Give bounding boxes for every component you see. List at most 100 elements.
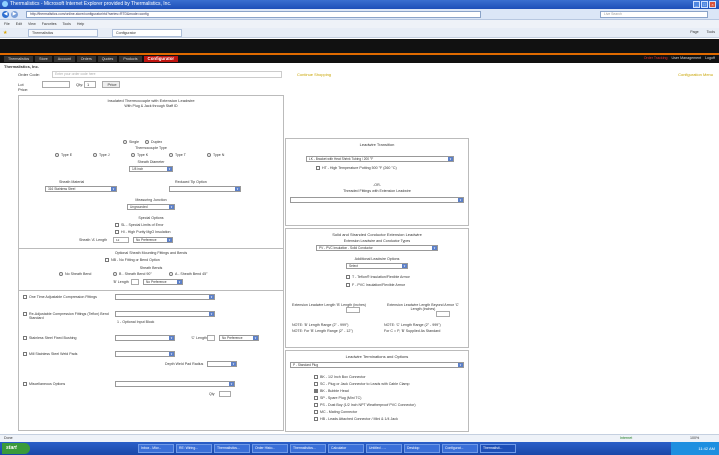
threaded-fittings-select[interactable] — [290, 197, 464, 203]
menu-view[interactable]: View — [28, 20, 36, 28]
menu-edit[interactable]: Edit — [16, 20, 22, 28]
sheath-diameter-select[interactable]: 1/8 inch — [129, 166, 173, 172]
search-input[interactable]: Live Search — [600, 11, 708, 18]
depth-select[interactable] — [207, 361, 237, 367]
nav-item-orders[interactable]: Orders — [76, 56, 96, 62]
type-k-radio[interactable] — [131, 153, 135, 157]
logoff-link[interactable]: Logoff — [705, 56, 715, 60]
nav-item-account[interactable]: Account — [53, 56, 75, 62]
order-tracking-link[interactable]: Order Tracking — [644, 56, 668, 60]
one-time-fitting-checkbox[interactable] — [23, 295, 27, 299]
single-radio[interactable] — [123, 140, 127, 144]
special-limits-checkbox[interactable] — [115, 223, 119, 227]
weld-pads-select[interactable] — [115, 351, 175, 357]
weld-pads-checkbox[interactable] — [23, 352, 27, 356]
termination-option-checkbox[interactable] — [314, 382, 318, 386]
type-t-radio[interactable] — [169, 153, 173, 157]
sheath-material-select[interactable]: 316 Stainless Steel — [45, 186, 117, 192]
back-button[interactable]: ◀ — [2, 11, 9, 18]
termination-option-checkbox[interactable] — [314, 403, 318, 407]
c-length-ext-input[interactable] — [436, 311, 450, 317]
bend-length-input[interactable] — [131, 279, 139, 285]
tab-configurator[interactable]: Configurator — [112, 29, 182, 37]
nav-item-store[interactable]: Store — [35, 56, 52, 62]
termination-option-checkbox[interactable] — [314, 389, 318, 393]
c-length-input[interactable] — [207, 335, 215, 341]
readjustable-fitting-checkbox[interactable] — [23, 312, 27, 316]
menu-tools[interactable]: Tools — [63, 20, 71, 28]
transition-select[interactable]: LK - Bracket with Heat Shrink Tubing / 2… — [306, 156, 454, 162]
terminations-label: Leadwire Terminations and Options — [345, 354, 409, 359]
measuring-junction-select[interactable]: Ungrounded — [127, 204, 175, 210]
user-management-link[interactable]: User Management — [672, 56, 702, 60]
taskbar-item[interactable]: Desktop — [404, 444, 440, 453]
qty-input[interactable]: 1 — [84, 81, 96, 88]
bend-90-radio[interactable] — [113, 272, 117, 276]
order-code-label: Order Code: — [18, 72, 41, 77]
reduced-tip-select[interactable] — [169, 186, 241, 192]
pvc-armor-checkbox[interactable] — [346, 283, 350, 287]
no-bends-checkbox[interactable] — [105, 258, 109, 262]
taskbar-item[interactable]: RE: Wiring... — [176, 444, 212, 453]
fixed-bushing-label: Stainless Steel Fixed Bushing — [29, 336, 77, 340]
misc-qty-input[interactable] — [219, 391, 231, 397]
bend-45-radio[interactable] — [169, 272, 173, 276]
menu-help[interactable]: Help — [77, 20, 84, 28]
type-e-radio[interactable] — [55, 153, 59, 157]
bend-length-unit-select[interactable]: No Preference — [143, 279, 183, 285]
taskbar-item[interactable]: Thermalistics... — [290, 444, 326, 453]
menu-file[interactable]: File — [4, 20, 10, 28]
one-time-fitting-select[interactable] — [115, 294, 215, 300]
terminations-select[interactable]: P - Standard Plug — [290, 362, 464, 368]
minimize-button[interactable]: _ — [693, 1, 700, 8]
tab-thermalistics[interactable]: Thermalistics — [28, 29, 98, 37]
favorites-star-icon[interactable]: ★ — [3, 30, 7, 36]
misc-options-select[interactable] — [115, 381, 235, 387]
taskbar-item[interactable]: Configurat... — [442, 444, 478, 453]
ext-leadwire-select[interactable]: PV - PVC Insulation - Solid Conductor — [316, 245, 438, 251]
termination-option-checkbox[interactable] — [314, 410, 318, 414]
nav-item-thermalistics[interactable]: Thermalistics — [4, 56, 34, 62]
fixed-bushing-select[interactable] — [115, 335, 175, 341]
forward-button[interactable]: ▶ — [11, 11, 18, 18]
maximize-button[interactable]: □ — [701, 1, 708, 8]
high-temp-potting-checkbox[interactable] — [316, 166, 320, 170]
close-button[interactable]: × — [709, 1, 716, 8]
termination-option-checkbox[interactable] — [314, 396, 318, 400]
termination-option-checkbox[interactable] — [314, 417, 318, 421]
additional-options-select[interactable]: Select — [346, 263, 408, 269]
nav-item-quotes[interactable]: Quotes — [97, 56, 118, 62]
type-j-radio[interactable] — [93, 153, 97, 157]
configuration-menu-link[interactable]: Configuration Menu — [678, 72, 713, 77]
taskbar-item[interactable]: Inbox - Micr... — [138, 444, 174, 453]
readjustable-fitting-select[interactable] — [115, 311, 215, 317]
high-purity-checkbox[interactable] — [115, 230, 119, 234]
misc-options-checkbox[interactable] — [23, 382, 27, 386]
taskbar-item-active[interactable]: Thermalisti... — [480, 444, 516, 453]
c-length-unit-select[interactable]: No Preference — [219, 335, 259, 341]
page-menu[interactable]: Page — [690, 30, 698, 34]
tools-menu[interactable]: Tools — [707, 30, 715, 34]
taskbar-item[interactable]: Order Histo... — [252, 444, 288, 453]
fixed-bushing-checkbox[interactable] — [23, 336, 27, 340]
teflon-armor-checkbox[interactable] — [346, 275, 350, 279]
menu-favorites[interactable]: Favorites — [42, 20, 57, 28]
type-n-radio[interactable] — [207, 153, 211, 157]
continue-shopping-link[interactable]: Continue Shopping — [297, 72, 331, 77]
termination-option-checkbox[interactable] — [314, 375, 318, 379]
start-button[interactable]: start — [2, 443, 30, 454]
zoom-level[interactable]: 100% — [690, 435, 699, 442]
b-length-input[interactable] — [346, 307, 360, 313]
url-input[interactable]: http://thermalistics.com/online-store/co… — [26, 11, 481, 18]
taskbar-item[interactable]: Calculator — [328, 444, 364, 453]
duplex-radio[interactable] — [145, 140, 149, 144]
sheath-length-input[interactable]: 12 — [113, 237, 129, 243]
order-code-input[interactable]: Enter your order code here — [52, 71, 282, 78]
taskbar-item[interactable]: Thermalistics... — [214, 444, 250, 453]
nav-item-configurator[interactable]: Configurator — [143, 56, 179, 62]
nav-item-products[interactable]: Products — [119, 56, 142, 62]
no-sheath-bend-radio[interactable] — [59, 272, 63, 276]
sheath-length-unit-select[interactable]: No Preference — [133, 237, 173, 243]
taskbar-item[interactable]: Untitled - ... — [366, 444, 402, 453]
price-button[interactable]: Price — [102, 81, 120, 88]
